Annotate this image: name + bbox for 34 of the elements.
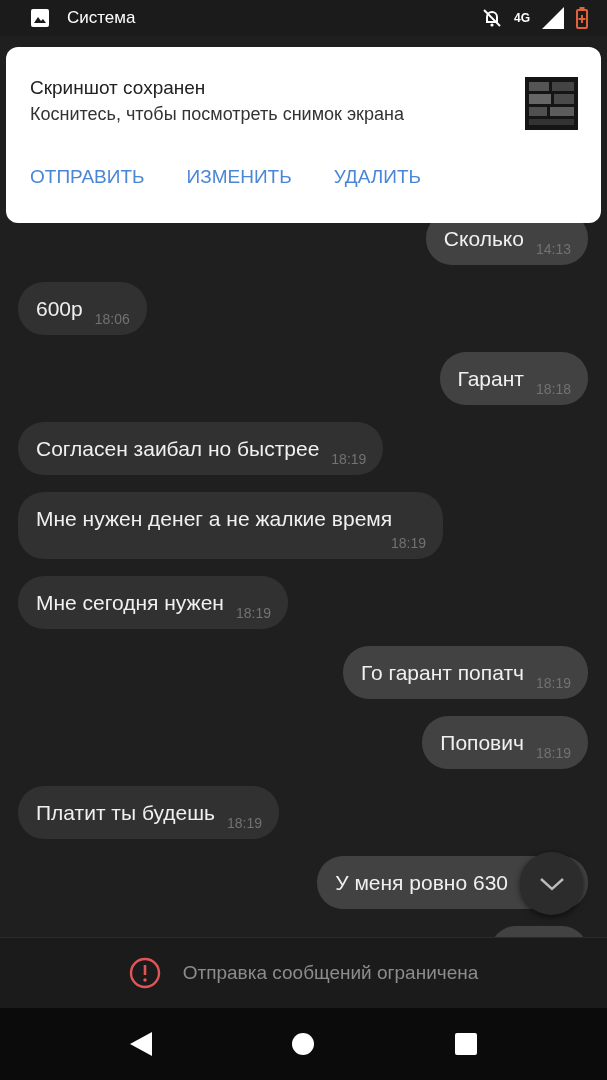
network-label: 4G	[514, 11, 530, 25]
recents-button[interactable]	[454, 1033, 477, 1055]
message-text: Мне сегодня нужен	[36, 590, 224, 616]
battery-icon	[576, 7, 588, 29]
message-text: Го гарант попатч	[361, 660, 524, 686]
message-time: 18:06	[93, 310, 130, 329]
message-time: 18:19	[234, 604, 271, 623]
notification-card[interactable]: Скриншот сохранен Коснитесь, чтобы посмотреть снимок экрана ОТПРАВИТЬ ИЗМЕНИТЬ УДАЛИТЬ	[6, 47, 601, 223]
message-text: Согласен заибал но быстрее	[36, 436, 320, 462]
app-name: Система	[67, 8, 136, 28]
image-icon	[31, 9, 49, 27]
message-text: Платит ты будешь	[36, 800, 215, 826]
restriction-text: Отправка сообщений ограничена	[182, 962, 479, 984]
message-text: Сколько	[443, 226, 524, 252]
muted-bell-icon	[482, 8, 502, 28]
home-button[interactable]	[292, 1033, 315, 1055]
message-time: 18:19	[226, 814, 263, 833]
back-button[interactable]	[130, 1032, 153, 1056]
message-text: Попович	[440, 730, 524, 756]
notification-action[interactable]: УДАЛИТЬ	[333, 166, 421, 188]
scroll-down-button[interactable]	[520, 852, 583, 915]
warning-icon	[128, 957, 161, 989]
message-text: У меня ровно 630	[335, 870, 508, 896]
notification-action[interactable]: ОТПРАВИТЬ	[30, 166, 145, 188]
notification-body: Коснитесь, чтобы посмотреть снимок экрана	[30, 104, 404, 125]
message-text: 600р	[36, 296, 83, 322]
message-time: 18:19	[389, 534, 426, 553]
message-text: Гарант	[457, 366, 524, 392]
notification-title: Скриншот сохранен	[30, 77, 207, 99]
message-text: Мне нужен денег а не жалкие время	[36, 506, 393, 532]
message-time: 18:19	[330, 450, 367, 469]
chevron-down-icon	[538, 876, 565, 891]
notification-action[interactable]: ИЗМЕНИТЬ	[186, 166, 292, 188]
signal-icon	[542, 7, 564, 29]
